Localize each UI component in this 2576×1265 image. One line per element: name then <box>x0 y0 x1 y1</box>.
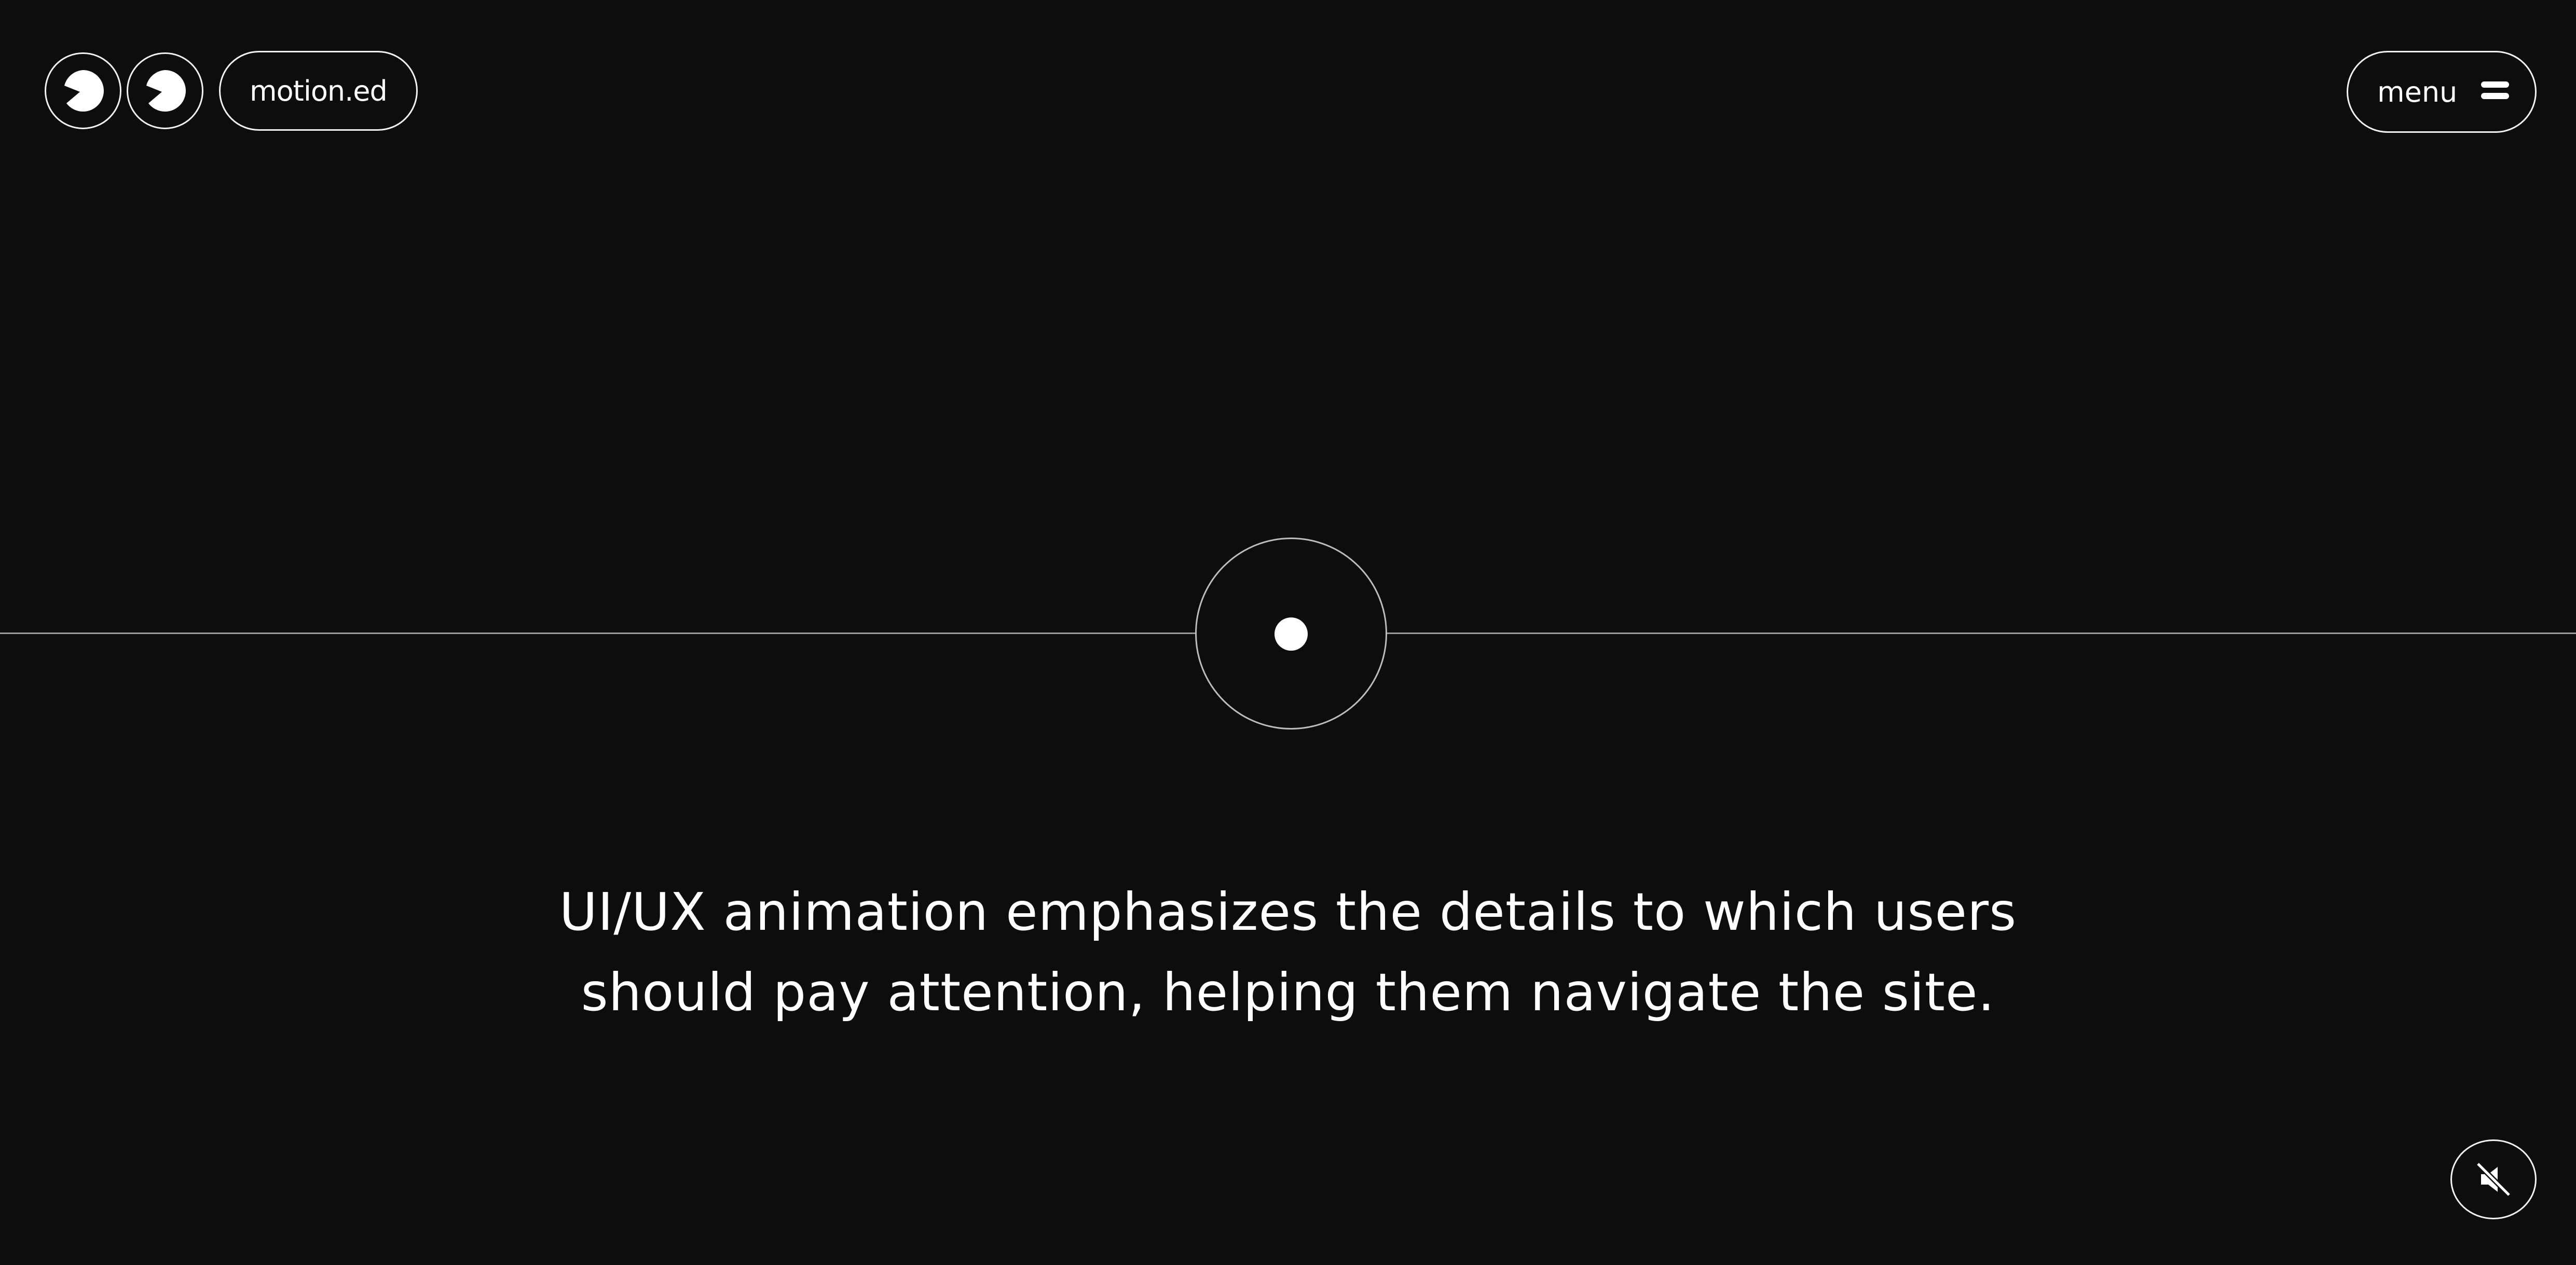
scroll-indicator-dot <box>1275 617 1308 651</box>
brand-label: motion.ed <box>250 74 388 107</box>
pacman-eye-icon <box>146 70 186 112</box>
sound-muted-icon <box>2476 1162 2511 1197</box>
sound-toggle-button[interactable] <box>2450 1139 2537 1219</box>
menu-label: menu <box>2377 75 2458 108</box>
headline-line-2: should pay attention, helping them navig… <box>581 962 1995 1023</box>
menu-button[interactable]: menu <box>2347 51 2537 133</box>
headline-line-1: UI/UX animation emphasizes the details t… <box>559 882 2017 942</box>
hero-headline: UI/UX animation emphasizes the details t… <box>363 872 2213 1033</box>
logo-eye-right[interactable] <box>127 52 203 129</box>
pacman-eye-icon <box>64 70 104 112</box>
page: motion.ed menu UI/UX animation emphasize… <box>0 0 2576 1265</box>
brand-link[interactable]: motion.ed <box>219 51 418 131</box>
logo-eye-left[interactable] <box>45 52 121 129</box>
header-left: motion.ed <box>45 51 418 131</box>
menu-lines-icon <box>2481 81 2509 102</box>
